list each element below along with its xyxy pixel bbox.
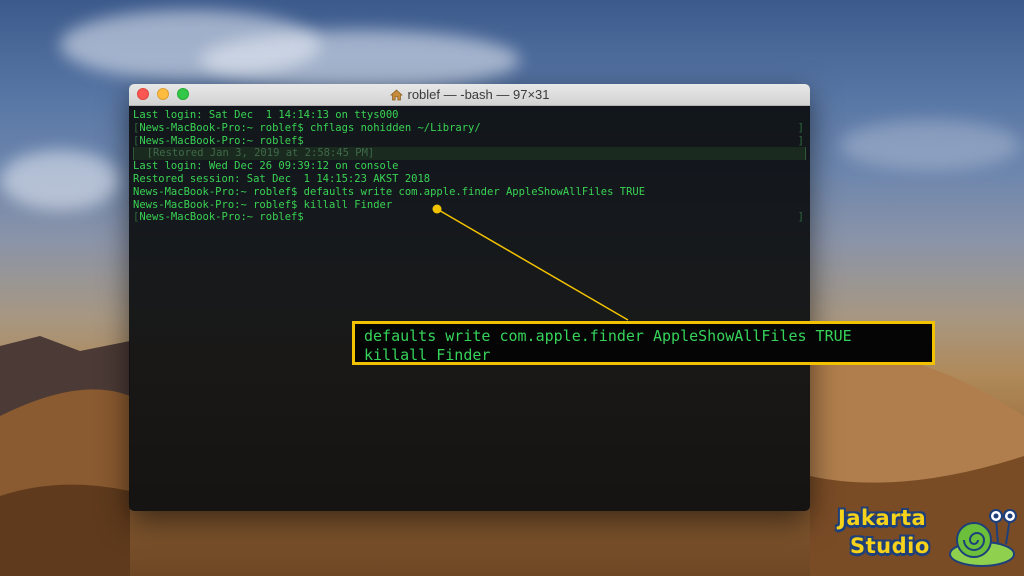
logo-line-1: Jakarta bbox=[838, 506, 927, 530]
jakarta-studio-logo: Jakarta Studio bbox=[838, 504, 1018, 570]
callout-pointer bbox=[432, 204, 629, 321]
logo-line-2: Studio bbox=[850, 534, 930, 558]
snail-mascot-icon bbox=[949, 509, 1017, 567]
command-callout: defaults write com.apple.finder AppleSho… bbox=[352, 321, 935, 365]
callout-line-2: killall Finder bbox=[364, 346, 491, 364]
callout-line-1: defaults write com.apple.finder AppleSho… bbox=[364, 327, 852, 345]
